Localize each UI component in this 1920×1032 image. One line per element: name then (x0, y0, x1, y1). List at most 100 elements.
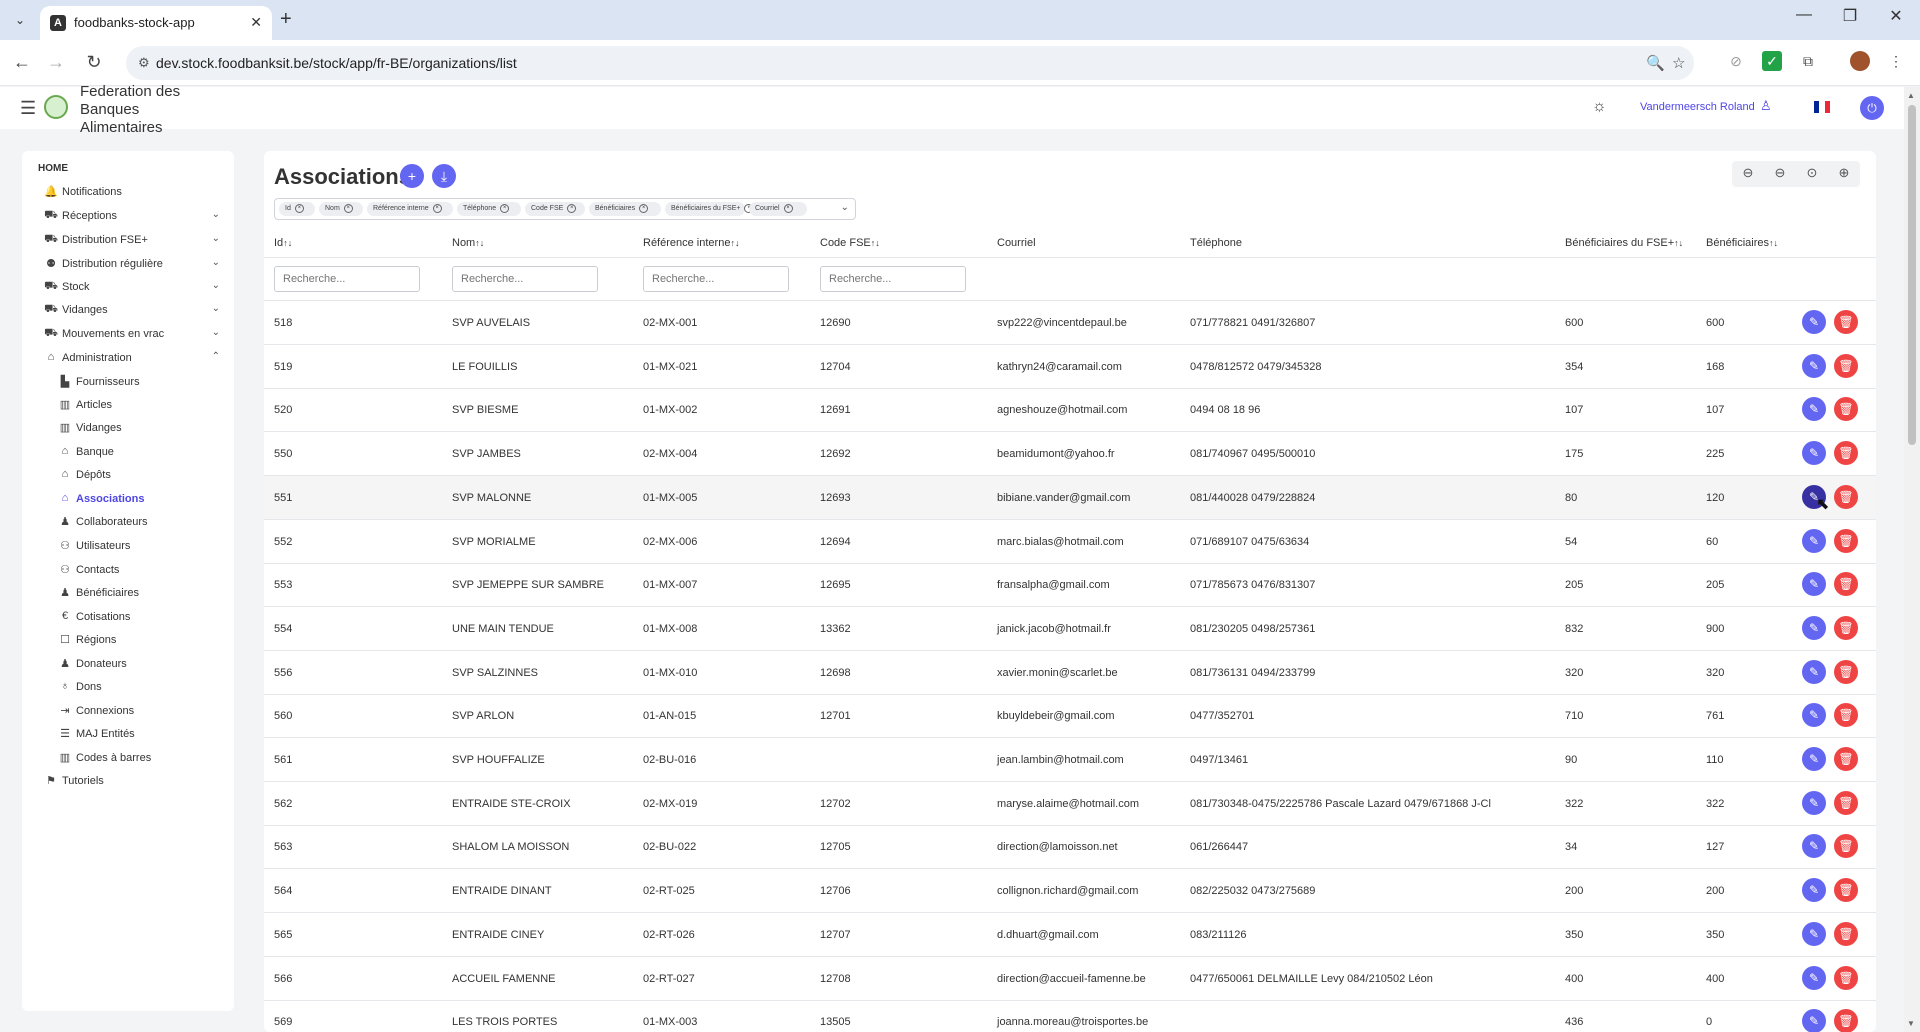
column-header[interactable]: Nom↑↓ (452, 237, 484, 249)
table-row[interactable]: 561 SVP HOUFFALIZE 02-BU-016 jean.lambin@ho… (264, 738, 1876, 782)
zoom-reset-icon[interactable]: ⊙ (1802, 165, 1822, 181)
edit-button[interactable]: ✎ (1802, 703, 1826, 728)
edit-button[interactable]: ✎ (1802, 965, 1826, 990)
sort-icon[interactable]: ↑↓ (730, 238, 739, 248)
column-header[interactable]: Bénéficiaires↑↓ (1706, 237, 1778, 249)
edit-button[interactable]: ✎ (1802, 790, 1826, 815)
zoom-lens-icon[interactable]: 🔍 (1646, 54, 1665, 72)
table-row[interactable]: 560 SVP ARLON 01-AN-015 12701 kbuyldebeir@gm… (264, 694, 1876, 739)
delete-button[interactable]: 🗑 (1834, 1009, 1858, 1032)
edit-button[interactable]: ✎ (1802, 572, 1826, 597)
sidebar-item[interactable]: ⛟ Stock ⌄ (44, 278, 220, 298)
edit-button[interactable]: ✎ (1802, 615, 1826, 640)
table-row[interactable]: 551 SVP MALONNE 01-MX-005 12693 bibiane.vand… (264, 475, 1876, 520)
edit-button[interactable]: ✎ (1802, 921, 1826, 946)
filter-reference-input[interactable] (643, 266, 789, 292)
forward-icon[interactable]: → (44, 52, 68, 73)
edit-button[interactable]: ✎ (1802, 1009, 1826, 1032)
bookmark-star-icon[interactable]: ☆ (1672, 54, 1685, 72)
sidebar-item[interactable]: ♟ Donateurs (58, 655, 234, 675)
sidebar-item[interactable]: ⌂ Dépôts (58, 466, 234, 486)
chip-remove-icon[interactable]: × (500, 203, 510, 213)
delete-button[interactable]: 🗑 (1834, 528, 1858, 553)
table-row[interactable]: 566 ACCUEIL FAMENNE 02-RT-027 12708 directio… (264, 957, 1876, 1001)
chip-remove-icon[interactable]: × (783, 203, 793, 213)
delete-button[interactable]: 🗑 (1834, 353, 1858, 378)
chevron-icon[interactable]: ⌄ (212, 257, 220, 268)
table-row[interactable]: 519 LE FOUILLIS 01-MX-021 12704 kathryn24@ca… (264, 345, 1876, 389)
edit-button[interactable]: ✎ (1802, 747, 1826, 771)
table-row[interactable]: 556 SVP SALZINNES 01-MX-010 12698 xavier.mon… (264, 651, 1876, 695)
edit-button[interactable]: ✎ (1802, 397, 1826, 422)
sidebar-item[interactable]: ⚑ Tutoriels (44, 772, 220, 792)
sort-icon[interactable]: ↑↓ (1769, 238, 1778, 248)
site-info-icon[interactable]: ⚙ (138, 55, 150, 71)
browser-menu-icon[interactable]: ⋮ (1886, 51, 1906, 71)
table-row[interactable]: 518 SVP AUVELAIS 02-MX-001 12690 svp222@vinc… (264, 301, 1876, 345)
sidebar-item[interactable]: ⛟ Vidanges ⌄ (44, 301, 220, 321)
sidebar-item[interactable]: ▥ Codes à barres (58, 749, 234, 769)
sidebar-item[interactable]: ⌂ Administration ⌃ (44, 349, 220, 369)
chip-remove-icon[interactable]: × (432, 203, 442, 213)
sidebar-item[interactable]: ⚉ Distribution régulière ⌄ (44, 255, 220, 275)
chevron-down-icon[interactable]: ⌄ (841, 202, 849, 213)
delete-button[interactable]: 🗑 (1834, 790, 1858, 815)
logout-button[interactable]: ⏻ (1860, 96, 1884, 120)
table-row[interactable]: 562 ENTRAIDE STE-CROIX 02-MX-019 12702 marys… (264, 782, 1876, 826)
chevron-icon[interactable]: ⌄ (212, 233, 220, 244)
zoom-out-icon[interactable]: ⊖ (1738, 165, 1758, 181)
close-window-icon[interactable]: ✕ (1876, 6, 1916, 26)
sidebar-item[interactable]: ♟ Collaborateurs (58, 513, 234, 533)
profile-avatar-icon[interactable] (1850, 51, 1870, 71)
delete-button[interactable]: 🗑 (1834, 397, 1858, 422)
column-header[interactable]: Code FSE↑↓ (820, 237, 880, 249)
table-row[interactable]: 550 SVP JAMBES 02-MX-004 12692 beamidumont@y… (264, 432, 1876, 477)
filter-id-input[interactable] (274, 266, 420, 292)
zoom-in-icon[interactable]: ⊕ (1834, 165, 1854, 181)
sidebar-item[interactable]: ⌂ Banque (58, 443, 234, 463)
table-row[interactable]: 553 SVP JEMEPPE SUR SAMBRE 01-MX-007 12695 f… (264, 563, 1876, 608)
delete-button[interactable]: 🗑 (1834, 878, 1858, 903)
chevron-icon[interactable]: ⌄ (212, 209, 220, 220)
table-row[interactable]: 563 SHALOM LA MOISSON 02-BU-022 12705 direct… (264, 825, 1876, 870)
tab-search-chevron-icon[interactable]: ⌄ (10, 10, 30, 30)
restore-icon[interactable]: ❐ (1830, 6, 1870, 26)
sidebar-item[interactable]: ☐ Régions (58, 631, 234, 651)
sidebar-item[interactable]: ⚇ Utilisateurs (58, 537, 234, 557)
delete-button[interactable]: 🗑 (1834, 484, 1858, 509)
scroll-down-icon[interactable]: ▼ (1907, 1019, 1915, 1028)
column-header[interactable]: Id↑↓ (274, 237, 292, 249)
column-header[interactable]: Référence interne↑↓ (643, 237, 739, 249)
puzzle-extensions-icon[interactable]: ⧉ (1798, 51, 1818, 71)
sidebar-item[interactable]: ▙ Fournisseurs (58, 373, 234, 393)
tab-close-icon[interactable]: ✕ (250, 14, 262, 31)
sidebar-item[interactable]: 🔔 Notifications (44, 183, 220, 203)
sort-icon[interactable]: ↑↓ (283, 238, 292, 248)
chip-remove-icon[interactable]: × (567, 203, 577, 213)
new-tab-icon[interactable]: + (280, 8, 292, 31)
edit-button[interactable]: ✎ (1802, 834, 1826, 859)
sidebar-item[interactable]: ⛟ Distribution FSE+ ⌄ (44, 231, 220, 251)
sidebar-home[interactable]: HOME (38, 163, 68, 174)
delete-button[interactable]: 🗑 (1834, 965, 1858, 990)
theme-sun-icon[interactable]: ☼ (1592, 98, 1607, 116)
delete-button[interactable]: 🗑 (1834, 441, 1858, 466)
french-flag-icon[interactable] (1814, 101, 1830, 113)
sidebar-item[interactable]: ⚇ Contacts (58, 561, 234, 581)
delete-button[interactable]: 🗑 (1834, 310, 1858, 334)
edit-button[interactable]: ✎ (1802, 353, 1826, 378)
delete-button[interactable]: 🗑 (1834, 659, 1858, 684)
reload-icon[interactable]: ↻ (82, 52, 106, 73)
user-name[interactable]: Vandermeersch Roland (1640, 101, 1755, 113)
scroll-thumb[interactable] (1908, 105, 1916, 445)
filter-nom-input[interactable] (452, 266, 598, 292)
edit-button[interactable]: ✎ (1802, 878, 1826, 903)
sidebar-item[interactable]: ⌂ Associations (58, 490, 234, 510)
sidebar-item[interactable]: ♟ Bénéficiaires (58, 584, 234, 604)
chip-remove-icon[interactable]: × (343, 203, 353, 213)
sidebar-item[interactable]: ⛟ Mouvements en vrac ⌄ (44, 325, 220, 345)
chevron-icon[interactable]: ⌄ (212, 303, 220, 314)
sort-icon[interactable]: ↑↓ (1674, 238, 1683, 248)
user-icon[interactable]: ♙ (1760, 98, 1772, 114)
chevron-icon[interactable]: ⌃ (212, 351, 220, 362)
